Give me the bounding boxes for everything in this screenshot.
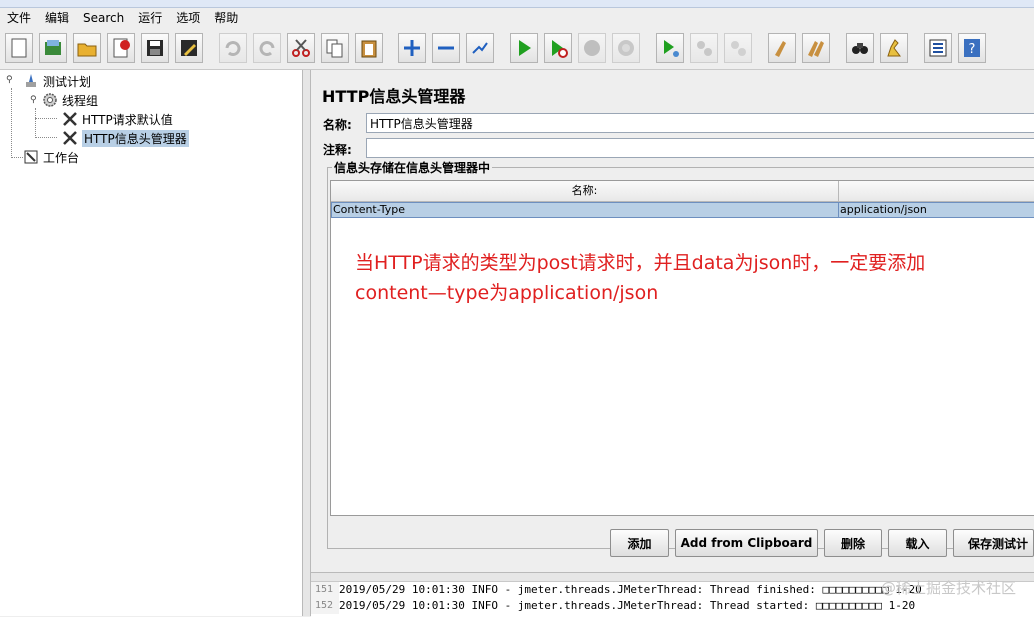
wrench-icon: [61, 110, 79, 128]
save-test-plan-button[interactable]: 保存测试计: [953, 529, 1034, 557]
group-title: 信息头存储在信息头管理器中: [332, 159, 493, 176]
tree-item-test-plan[interactable]: 测试计划: [22, 72, 91, 90]
toolbar: ?: [0, 29, 1034, 70]
log-line-number: 152: [311, 598, 339, 614]
column-header-name[interactable]: 名称:: [331, 181, 839, 202]
add-button[interactable]: 添加: [610, 529, 669, 557]
start-icon[interactable]: [510, 33, 538, 63]
annotation-text: 当HTTP请求的类型为post请求时，并且data为json时，一定要添加 co…: [355, 248, 1034, 308]
tree-item-http-defaults[interactable]: HTTP请求默认值: [61, 110, 173, 128]
delete-button[interactable]: 删除: [824, 529, 882, 557]
tree-item-label: 线程组: [62, 93, 99, 108]
wrench-icon: [61, 129, 79, 147]
column-header-value[interactable]: [839, 181, 1034, 202]
tree-item-workbench[interactable]: 工作台: [22, 148, 79, 166]
load-button[interactable]: 载入: [888, 529, 947, 557]
tree-item-label: 测试计划: [43, 74, 92, 89]
svg-text:?: ?: [969, 42, 976, 57]
window-title-bar: [0, 0, 1034, 8]
tree-item-label: HTTP请求默认值: [82, 112, 173, 127]
redo-icon[interactable]: [253, 33, 281, 63]
tree-item-label: 工作台: [43, 150, 80, 165]
table-cell-value[interactable]: application/json: [838, 202, 1034, 218]
templates-icon[interactable]: [39, 33, 67, 63]
tree-item-http-header-manager[interactable]: HTTP信息头管理器: [61, 129, 189, 147]
collapse-icon[interactable]: [432, 33, 460, 63]
cut-icon[interactable]: [287, 33, 315, 63]
menu-search[interactable]: Search: [76, 8, 131, 28]
menu-edit[interactable]: 编辑: [38, 8, 76, 28]
headers-table: 名称: Content-Type application/json: [330, 180, 1034, 516]
name-input[interactable]: [366, 113, 1034, 133]
name-label: 名称:: [323, 118, 352, 132]
gear-icon: [41, 91, 59, 109]
log-line-text: 2019/05/29 10:01:30 INFO - jmeter.thread…: [339, 599, 916, 612]
reset-search-icon[interactable]: [880, 33, 908, 63]
menu-file[interactable]: 文件: [0, 8, 38, 28]
menu-run[interactable]: 运行: [131, 8, 169, 28]
copy-icon[interactable]: [321, 33, 349, 63]
shutdown-icon[interactable]: [612, 33, 640, 63]
table-cell-name[interactable]: Content-Type: [331, 202, 839, 218]
comment-input[interactable]: [366, 138, 1034, 158]
comment-label: 注释:: [323, 143, 352, 157]
toggle-icon[interactable]: [466, 33, 494, 63]
log-line-text: 2019/05/29 10:01:30 INFO - jmeter.thread…: [339, 583, 922, 596]
stop-icon[interactable]: [578, 33, 606, 63]
collapse-thread-group-icon[interactable]: ⚲: [30, 96, 39, 105]
function-helper-icon[interactable]: [924, 33, 952, 63]
page-title: HTTP信息头管理器: [322, 87, 466, 106]
save-icon[interactable]: [141, 33, 169, 63]
start-no-timers-icon[interactable]: [544, 33, 572, 63]
log-line: 152 2019/05/29 10:01:30 INFO - jmeter.th…: [311, 598, 1034, 614]
log-line-number: 151: [311, 582, 339, 598]
test-plan-tree: ⚲ ⚲ 测试计划 线程组 HTTP请求默认值 HTTP信息头管理器 工作台: [0, 70, 303, 616]
new-icon[interactable]: [5, 33, 33, 63]
menu-bar: 文件 编辑 Search 运行 选项 帮助: [0, 8, 1034, 28]
collapse-test-plan-icon[interactable]: ⚲: [6, 76, 15, 85]
undo-icon[interactable]: [219, 33, 247, 63]
annotation-line-2: content—type为application/json: [355, 282, 659, 304]
test-plan-icon: [22, 72, 40, 90]
remote-shutdown-icon[interactable]: [724, 33, 752, 63]
help-icon[interactable]: ?: [958, 33, 986, 63]
annotation-line-1: 当HTTP请求的类型为post请求时，并且data为json时，一定要添加: [355, 252, 926, 274]
remote-start-icon[interactable]: [656, 33, 684, 63]
save-as-icon[interactable]: [175, 33, 203, 63]
headers-group: 信息头存储在信息头管理器中 名称: Content-Type applicati…: [327, 159, 1034, 549]
menu-options[interactable]: 选项: [169, 8, 207, 28]
add-from-clipboard-button[interactable]: Add from Clipboard: [675, 529, 818, 557]
header-manager-panel: HTTP信息头管理器 名称: 注释: 信息头存储在信息头管理器中 名称: Con…: [311, 70, 1034, 570]
expand-icon[interactable]: [398, 33, 426, 63]
watermark: @稀土掘金技术社区: [880, 579, 1016, 597]
menu-help[interactable]: 帮助: [207, 8, 245, 28]
pane-splitter[interactable]: [303, 70, 311, 616]
tree-item-label: HTTP信息头管理器: [82, 129, 189, 147]
close-file-icon[interactable]: [107, 33, 135, 63]
tree-item-thread-group[interactable]: 线程组: [41, 91, 98, 109]
clear-icon[interactable]: [768, 33, 796, 63]
remote-stop-icon[interactable]: [690, 33, 718, 63]
open-icon[interactable]: [73, 33, 101, 63]
paste-icon[interactable]: [355, 33, 383, 63]
search-icon[interactable]: [846, 33, 874, 63]
workbench-icon: [22, 148, 40, 166]
clear-all-icon[interactable]: [802, 33, 830, 63]
